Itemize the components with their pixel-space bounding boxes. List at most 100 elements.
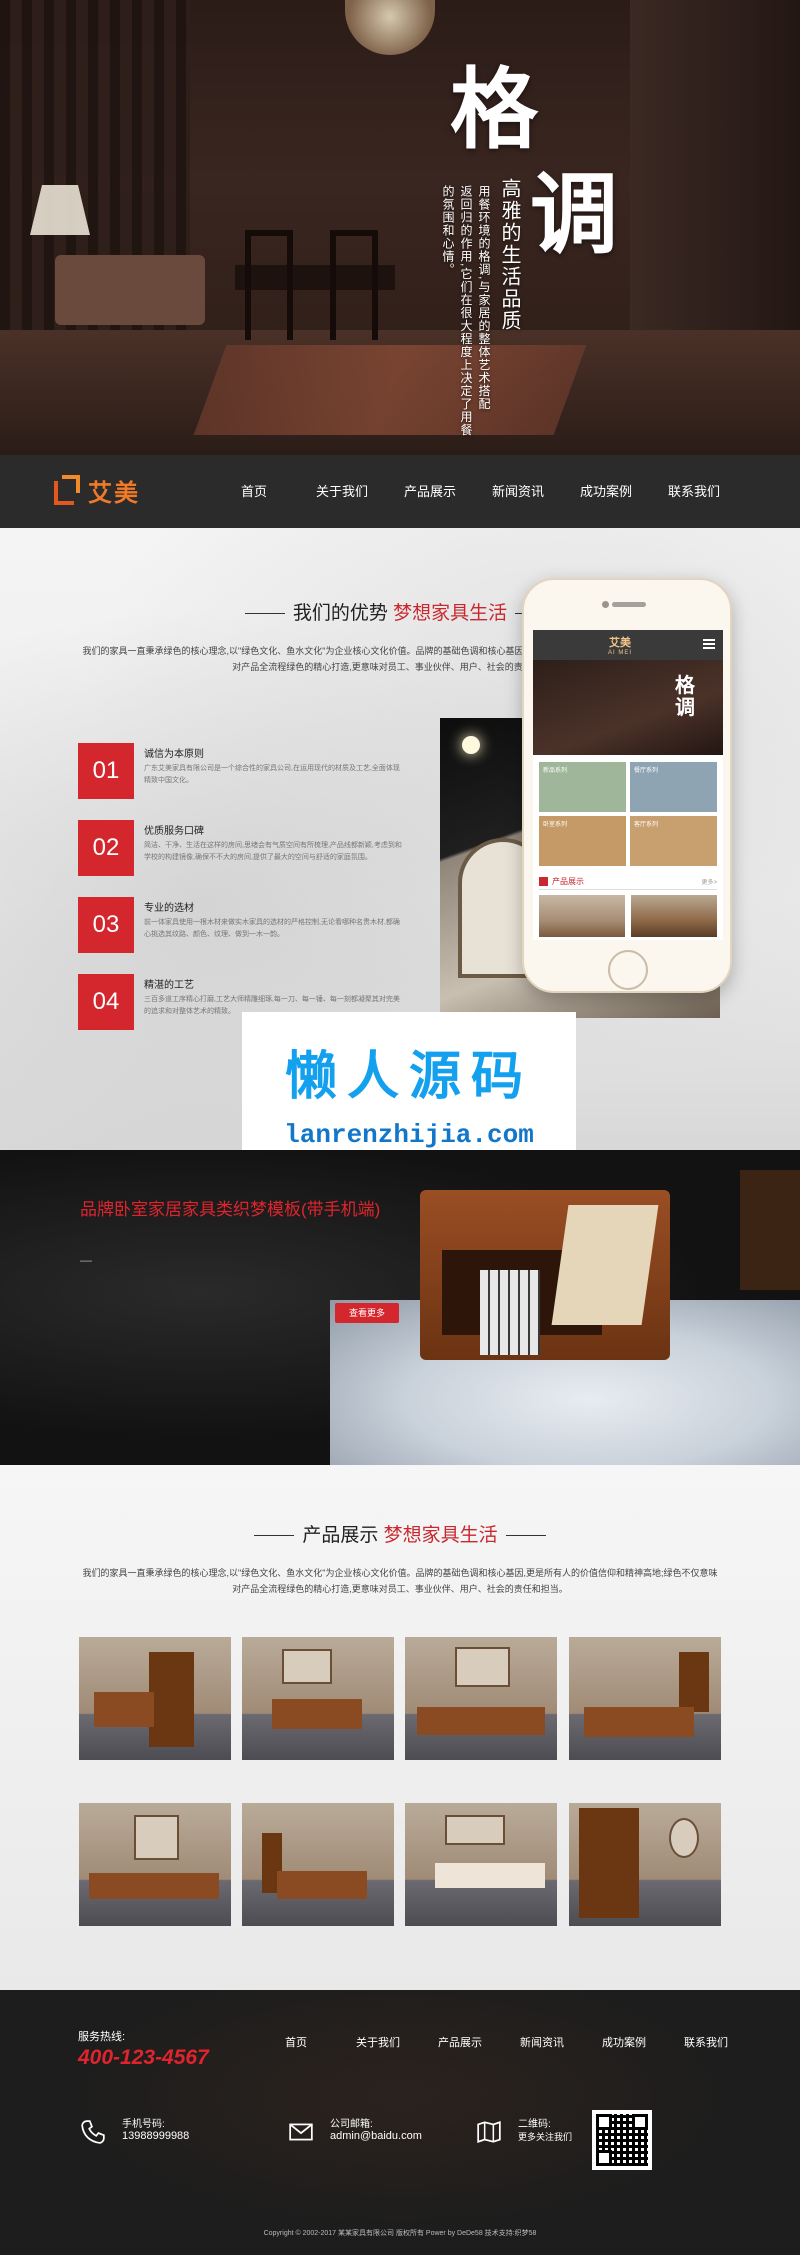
phone-home-button bbox=[608, 950, 648, 990]
phone-value[interactable]: 13988999988 bbox=[122, 2130, 189, 2142]
qr-label: 二维码: bbox=[518, 2119, 551, 2130]
product-image[interactable] bbox=[242, 1637, 394, 1760]
feature-number: 01 bbox=[78, 743, 134, 799]
hero-chair bbox=[245, 230, 293, 340]
footer-nav-products[interactable]: 产品展示 bbox=[419, 2034, 501, 2050]
logo-text: 艾美 bbox=[88, 480, 140, 507]
feature-title: 优质服务口碑 bbox=[144, 826, 204, 837]
product-image[interactable] bbox=[79, 1637, 231, 1760]
phone-screen: 艾美 AI MEI 格调 新品系列 餐厅系列 卧室系列 客厅系列 产品展示 更多… bbox=[533, 630, 723, 940]
feature-number: 04 bbox=[78, 974, 134, 1030]
phone-category-grid: 新品系列 餐厅系列 卧室系列 客厅系列 bbox=[539, 762, 717, 868]
phone-label: 手机号码: bbox=[122, 2119, 165, 2130]
phone-product-image[interactable] bbox=[539, 895, 625, 937]
advantage-heading-main: 我们的优势 bbox=[292, 603, 388, 624]
promo-banner: 品牌卧室家居家具类织梦模板(带手机端) — 查看更多 bbox=[0, 1150, 800, 1465]
phone-tile[interactable]: 卧室系列 bbox=[539, 816, 626, 866]
products-section: 产品展示 梦想家具生活 我们的家具一直秉承绿色的核心理念,以"绿色文化、鱼水文化… bbox=[0, 1465, 800, 1990]
watermark-cn: 懒人源码 bbox=[284, 1048, 533, 1106]
feature-desc: 广东艾美家具有限公司是一个综合性的家具公司,在运用现代的材质及工艺,全面体现精致… bbox=[144, 765, 400, 784]
banner-table-runner bbox=[551, 1205, 659, 1325]
products-heading-accent: 梦想家具生活 bbox=[383, 1525, 498, 1546]
hero-chandelier bbox=[345, 0, 435, 55]
footer-menu: 首页 关于我们 产品展示 新闻资讯 成功案例 联系我们 bbox=[255, 2034, 747, 2050]
mail-icon bbox=[289, 2123, 313, 2141]
feature-title: 诚信为本原则 bbox=[144, 749, 204, 760]
feature-item: 01 诚信为本原则 广东艾美家具有限公司是一个综合性的家具公司,在运用现代的材质… bbox=[78, 743, 418, 801]
hero-text-line: 的氛围和心情。 bbox=[441, 185, 455, 276]
product-image[interactable] bbox=[569, 1803, 721, 1926]
banner-title: 品牌卧室家居家具类织梦模板(带手机端) bbox=[80, 1200, 381, 1219]
phone-product-image[interactable] bbox=[631, 895, 717, 937]
feature-title: 精湛的工艺 bbox=[144, 980, 194, 991]
advantage-heading-accent: 梦想家具生活 bbox=[393, 603, 508, 624]
product-image[interactable] bbox=[405, 1803, 557, 1926]
hero-title-char-2: 调 bbox=[530, 162, 619, 266]
footer-nav-about[interactable]: 关于我们 bbox=[337, 2034, 419, 2050]
email-label: 公司邮箱: bbox=[330, 2119, 373, 2130]
hero-text-line: 用餐环境的格调,与家居的整体艺术搭配 bbox=[477, 185, 491, 411]
phone-section-label: 产品展示 bbox=[552, 877, 584, 886]
footer-nav-home[interactable]: 首页 bbox=[255, 2034, 337, 2050]
feature-number: 03 bbox=[78, 897, 134, 953]
phone-logo-sub: AI MEI bbox=[608, 650, 633, 656]
section-marker-icon bbox=[539, 877, 548, 886]
nav-item-products[interactable]: 产品展示 bbox=[386, 455, 474, 528]
phone-camera-icon bbox=[602, 601, 609, 608]
products-heading: 产品展示 梦想家具生活 bbox=[0, 1520, 800, 1547]
nav-item-home[interactable]: 首页 bbox=[210, 455, 298, 528]
products-intro: 我们的家具一直秉承绿色的核心理念,以"绿色文化、鱼水文化"为企业核心文化价值。品… bbox=[82, 1568, 718, 1594]
site-logo[interactable]: 艾美 bbox=[52, 473, 140, 508]
footer-nav-cases[interactable]: 成功案例 bbox=[583, 2034, 665, 2050]
nav-item-about[interactable]: 关于我们 bbox=[298, 455, 386, 528]
phone-tile[interactable]: 客厅系列 bbox=[630, 816, 717, 866]
hero-title-char-1: 格 bbox=[450, 57, 539, 161]
feature-desc: 简洁、干净、生活在这样的房间,思绪会有气质空间有所梳理,产品线都新颖,考虑到和学… bbox=[144, 842, 402, 861]
product-image[interactable] bbox=[569, 1637, 721, 1760]
email-value[interactable]: admin@baidu.com bbox=[330, 2130, 422, 2142]
hero-text-line: 返回归的作用,它们在很大程度上决定了用餐 bbox=[459, 185, 473, 437]
footer-nav-contact[interactable]: 联系我们 bbox=[665, 2034, 747, 2050]
banner-subtitle: — bbox=[80, 1253, 92, 1267]
feature-desc: 前一体家具使用一根木材来做实木家具的选材的严格控制,无论看哪种名贵木材,都确心挑… bbox=[144, 919, 400, 938]
feature-item: 02 优质服务口碑 简洁、干净、生活在这样的房间,思绪会有气质空间有所梳理,产品… bbox=[78, 820, 418, 878]
hero-sofa bbox=[55, 255, 205, 325]
hero-chair bbox=[330, 230, 378, 340]
feature-item: 03 专业的选材 前一体家具使用一根木材来做实木家具的选材的严格控制,无论看哪种… bbox=[78, 897, 418, 955]
phone-logo-text: 艾美 bbox=[609, 637, 631, 649]
phone-header: 艾美 AI MEI bbox=[533, 630, 723, 660]
watermark-en: lanrenzhijia.com bbox=[284, 1120, 534, 1150]
nav-item-cases[interactable]: 成功案例 bbox=[562, 455, 650, 528]
main-nav: 艾美 首页 关于我们 产品展示 新闻资讯 成功案例 联系我们 bbox=[0, 455, 800, 528]
hero-subtitle: 高雅的生活品质 bbox=[498, 178, 520, 332]
feature-title: 专业的选材 bbox=[144, 903, 194, 914]
hero-banner: 格 调 高雅的生活品质 用餐环境的格调,与家居的整体艺术搭配 返回归的作用,它们… bbox=[0, 0, 800, 455]
products-heading-main: 产品展示 bbox=[302, 1525, 379, 1546]
view-more-button[interactable]: 查看更多 bbox=[335, 1303, 399, 1323]
map-icon bbox=[477, 2121, 501, 2143]
nav-menu: 首页 关于我们 产品展示 新闻资讯 成功案例 联系我们 bbox=[210, 455, 738, 528]
hotline-number[interactable]: 400-123-4567 bbox=[78, 2046, 209, 2070]
ceiling-light bbox=[462, 736, 480, 754]
phone-tile[interactable]: 新品系列 bbox=[539, 762, 626, 812]
hotline-label: 服务热线: bbox=[78, 2031, 126, 2043]
hamburger-menu-icon[interactable] bbox=[703, 639, 715, 649]
qr-code bbox=[592, 2110, 652, 2170]
feature-number: 02 bbox=[78, 820, 134, 876]
banner-books bbox=[480, 1270, 540, 1355]
banner-shelf bbox=[740, 1170, 800, 1290]
phone-more-link[interactable]: 更多> bbox=[701, 877, 717, 886]
footer-nav-news[interactable]: 新闻资讯 bbox=[501, 2034, 583, 2050]
product-image[interactable] bbox=[405, 1637, 557, 1760]
phone-hero-text: 格调 bbox=[675, 673, 695, 719]
phone-logo: 艾美 AI MEI bbox=[608, 634, 632, 656]
phone-section-header: 产品展示 更多> bbox=[539, 874, 717, 890]
product-image[interactable] bbox=[242, 1803, 394, 1926]
phone-icon bbox=[81, 2120, 105, 2144]
nav-item-news[interactable]: 新闻资讯 bbox=[474, 455, 562, 528]
site-footer: 服务热线: 400-123-4567 首页 关于我们 产品展示 新闻资讯 成功案… bbox=[0, 1990, 800, 2255]
product-image[interactable] bbox=[79, 1803, 231, 1926]
phone-hero: 格调 bbox=[533, 660, 723, 755]
nav-item-contact[interactable]: 联系我们 bbox=[650, 455, 738, 528]
phone-tile[interactable]: 餐厅系列 bbox=[630, 762, 717, 812]
